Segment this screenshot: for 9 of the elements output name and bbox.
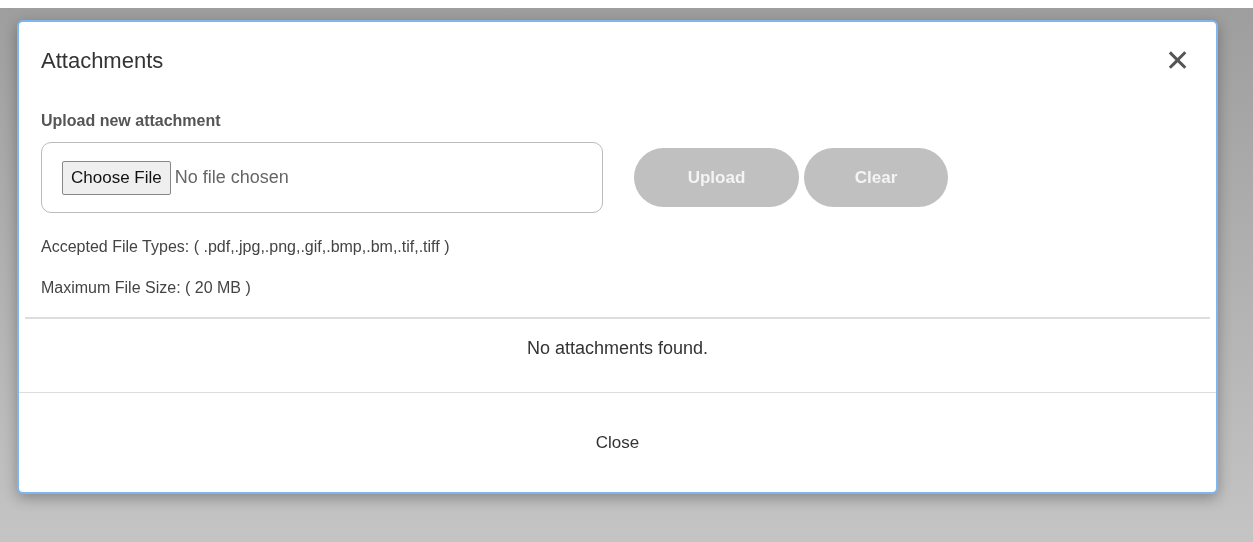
file-status: No file chosen — [174, 166, 289, 189]
upload-label: Upload new attachment — [41, 111, 222, 131]
file-input-field[interactable]: Choose File No file chosen — [41, 142, 603, 213]
accepted-types-text: Accepted File Types: ( .pdf,.jpg,.png,.gif,.bmp,.bm,.tif,.tiff ) — [41, 237, 451, 257]
choose-file-button[interactable]: Choose File — [62, 160, 171, 195]
dialog-title: Attachments — [41, 47, 164, 75]
max-size-text: Maximum File Size: ( 20 MB ) — [41, 278, 252, 298]
empty-message: No attachments found. — [526, 337, 709, 360]
close-button[interactable]: Close — [19, 392, 1216, 492]
